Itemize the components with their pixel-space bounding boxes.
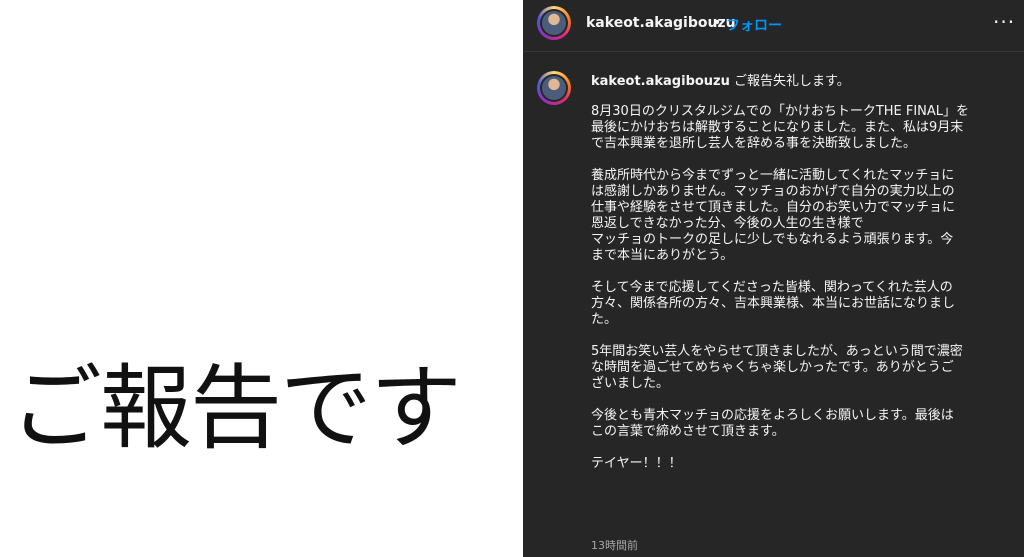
caption-first-line: kakeot.akagibouzu ご報告失礼します。: [591, 74, 1001, 90]
caption-paragraph: 今後とも青木マッチョの応援をよろしくお願いします。最後は この言葉で締めさせて頂…: [591, 408, 954, 439]
post-caption: kakeot.akagibouzu ご報告失礼します。 8月30日のクリスタルジ…: [591, 74, 1001, 472]
author-avatar[interactable]: [537, 6, 571, 40]
header-divider: [523, 51, 1024, 52]
caption-paragraph: 5年間お笑い芸人をやらせて頂きましたが、あっという間で濃密 な時間を過ごせてめち…: [591, 344, 963, 391]
caption-paragraph: そして今まで応援してくださった皆様、関わってくれた芸人の 方々、関係各所の方々、…: [591, 280, 956, 327]
caption-username-link[interactable]: kakeot.akagibouzu: [591, 74, 730, 89]
post-image-text: ご報告です: [10, 355, 462, 462]
caption-paragraph: 8月30日のクリスタルジムでの「かけおちトークTHE FINAL」を 最後にかけ…: [591, 104, 970, 151]
caption-avatar[interactable]: [537, 71, 571, 105]
more-options-icon[interactable]: ···: [993, 10, 1015, 34]
header-separator: •: [713, 15, 722, 31]
caption-intro-text: ご報告失礼します。: [734, 74, 850, 89]
post-image: ご報告です: [0, 0, 523, 557]
caption-paragraph: 養成所時代から今までずっと一緒に活動してくれたマッチョに は感謝しかありません。…: [591, 168, 956, 263]
avatar-photo: [542, 11, 566, 35]
post-sidebar: kakeot.akagibouzu • フォロー ··· kakeot.akag…: [523, 0, 1024, 557]
follow-button[interactable]: フォロー: [726, 15, 782, 35]
caption-paragraph: テイヤー！！！: [591, 456, 682, 471]
post-timestamp[interactable]: 13時間前: [591, 537, 638, 553]
avatar-photo: [542, 76, 566, 100]
